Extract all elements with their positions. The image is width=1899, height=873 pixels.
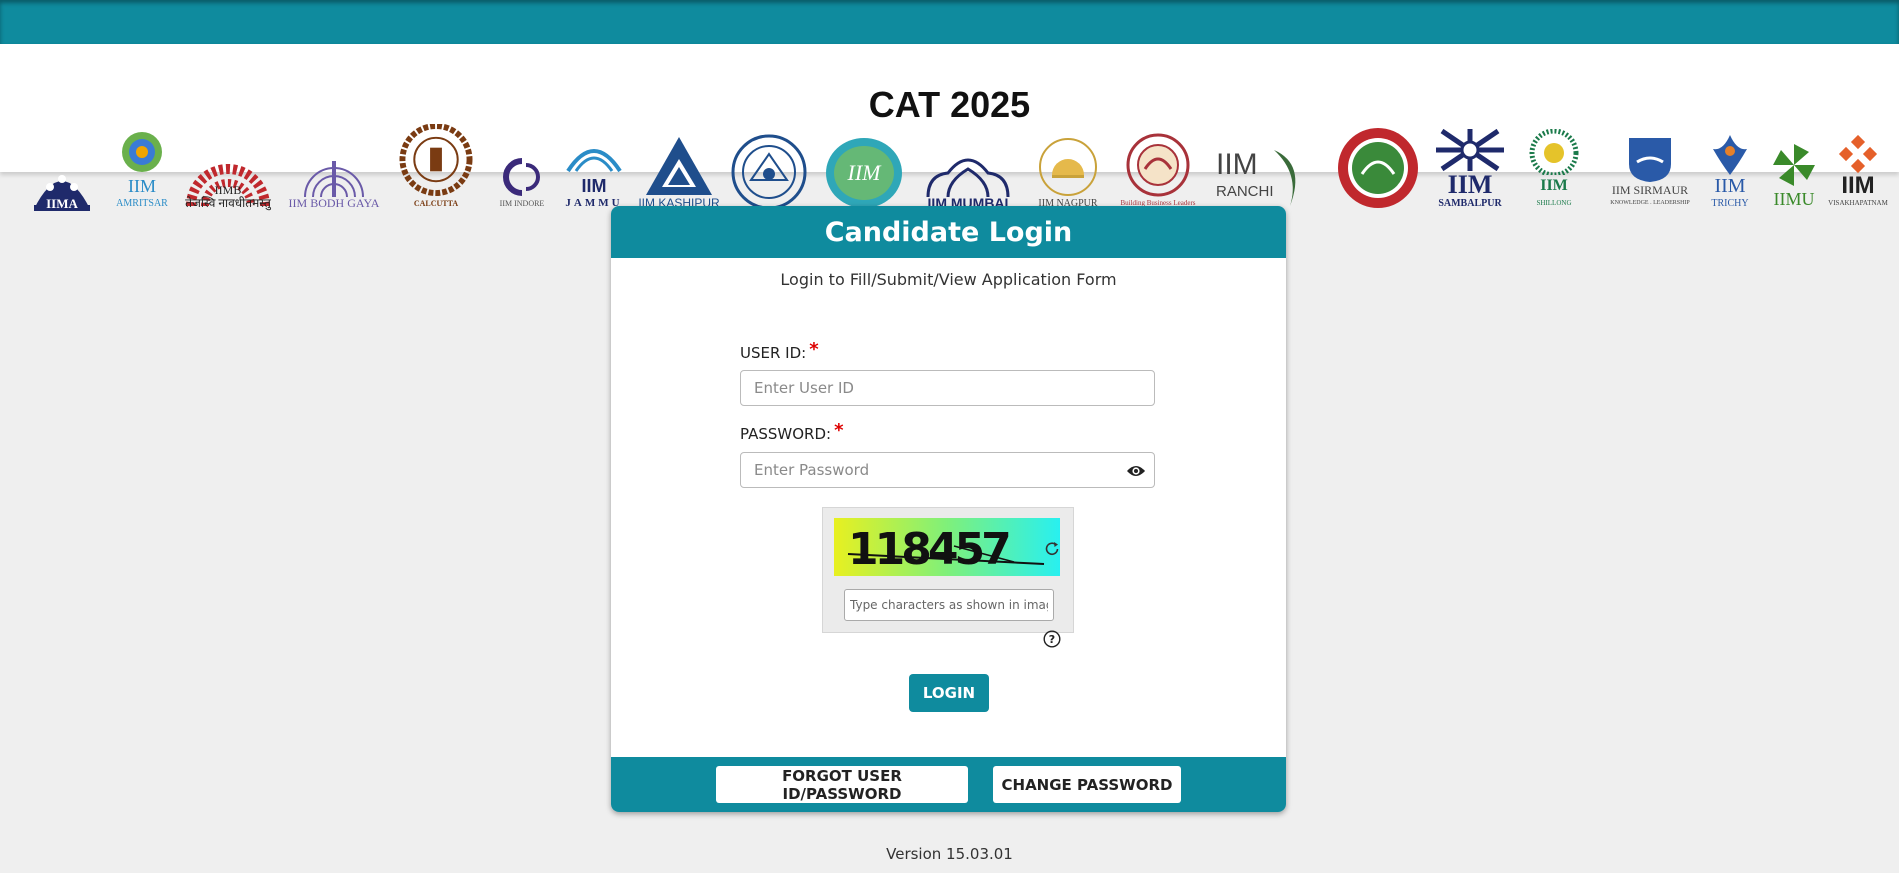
user-id-label: USER ID: * [740,339,819,363]
change-password-button[interactable]: CHANGE PASSWORD [993,766,1181,803]
logo-label: IIM [1714,175,1746,197]
svg-text:?: ? [1049,633,1055,646]
captcha-input[interactable] [844,589,1054,621]
logo-iim-nagpur: IIM NAGPUR [1032,124,1104,210]
user-id-input[interactable] [740,370,1155,406]
exam-title: CAT 2025 [868,84,1031,125]
top-bar [0,0,1899,44]
logo-iim-sambalpur: IIM SAMBALPUR [1428,124,1512,210]
logo-iim-trichy: IIM TRICHY [1702,124,1758,210]
logo-label: IIM [581,176,607,196]
eye-icon[interactable] [1126,464,1146,478]
logo-sublabel: CALCUTTA [413,199,459,208]
card-subtitle: Login to Fill/Submit/View Application Fo… [780,270,1117,289]
logo-iim-bodh-gaya: IIM BODH GAYA [284,124,384,210]
refresh-icon[interactable] [1043,540,1061,558]
logo-sublabel: VISAKHAPATNAM [1828,199,1888,207]
logo-iim-calcutta: CALCUTTA [394,124,478,210]
iim-logo-strip: IIMA IIM AMRITSAR IIMB तेजस्वि नावधीतमस्… [22,124,1888,214]
logo-label: IIM INDORE [499,199,545,208]
user-id-label-text: USER ID: [740,344,807,362]
login-button[interactable]: LOGIN [909,674,989,712]
logo-label: IIM [1447,170,1493,199]
help-icon[interactable]: ? [1043,630,1061,648]
logo-iim-shillong: IIM SHILLONG [1518,124,1590,210]
logo-iim-visakhapatnam: IIM VISAKHAPATNAM [1828,124,1888,210]
logo-label: IIM [1540,177,1568,194]
logo-label: IIMU [1773,189,1815,209]
logo-iim-building-business-leaders: Building Business Leaders [1116,124,1200,210]
logo-iim-jammu: IIM JAMMU [562,124,626,210]
logo-iimu: IIMU [1762,124,1826,210]
password-input[interactable] [740,452,1155,488]
logo-label: IIM SIRMAUR [1611,183,1689,197]
logo-iimb: IIMB तेजस्वि नावधीतमस्तु [182,124,274,210]
password-label-text: PASSWORD: [740,425,832,443]
required-mark: * [809,339,819,360]
card-title: Candidate Login [824,216,1073,248]
logo-sublabel: TRICHY [1711,198,1749,209]
header-banner: CAT 2025 IIMA IIM AMRITSAR IIMB तेजस्वि … [0,44,1899,211]
logo-iim-amritsar: IIM AMRITSAR [114,124,170,210]
logo-sublabel: SAMBALPUR [1438,198,1502,209]
captcha-panel: 118457 [822,507,1074,633]
logo-sublabel: AMRITSAR [116,198,168,209]
version-text: Version 15.03.01 [886,845,1013,863]
logo-label: IIM [1841,172,1875,199]
candidate-login-card: Candidate Login Login to Fill/Submit/Vie… [611,206,1286,812]
captcha-text: 118457 [848,524,1009,575]
logo-label: IIMA [46,196,78,211]
logo-label: IIM [128,176,156,196]
logo-iim-lucknow: IIM [822,124,906,210]
password-label: PASSWORD: * [740,420,844,444]
logo-iim-ranchi: IIM RANCHI [1214,124,1314,210]
required-mark: * [834,420,844,441]
logo-sublabel: KNOWLEDGE . LEADERSHIP [1610,200,1690,206]
logo-iim-kashipur: IIM KASHIPUR [638,124,720,210]
logo-iim-rohtak [1334,124,1422,210]
logo-label: IIM BODH GAYA [288,196,380,210]
captcha-image: 118457 [834,518,1060,576]
svg-text:IIM: IIM [847,160,883,185]
logo-label: IIMB [214,183,242,197]
logo-iim-kozhikode [730,124,808,210]
logo-sublabel: तेजस्वि नावधीतमस्तु [185,196,271,210]
logo-iima: IIMA [30,124,94,211]
logo-iim-indore: IIM INDORE [492,124,552,210]
logo-iim-mumbai: IIM MUMBAI [918,124,1018,210]
svg-text:RANCHI: RANCHI [1216,183,1274,200]
logo-iim-sirmaur: IIM SIRMAUR KNOWLEDGE . LEADERSHIP [1602,124,1698,210]
card-footer: FORGOT USER ID/PASSWORD CHANGE PASSWORD [611,757,1286,812]
svg-text:IIM: IIM [1216,148,1258,181]
card-header: Candidate Login [611,206,1286,258]
forgot-user-id-password-button[interactable]: FORGOT USER ID/PASSWORD [716,766,968,803]
logo-sublabel: SHILLONG [1536,199,1572,207]
